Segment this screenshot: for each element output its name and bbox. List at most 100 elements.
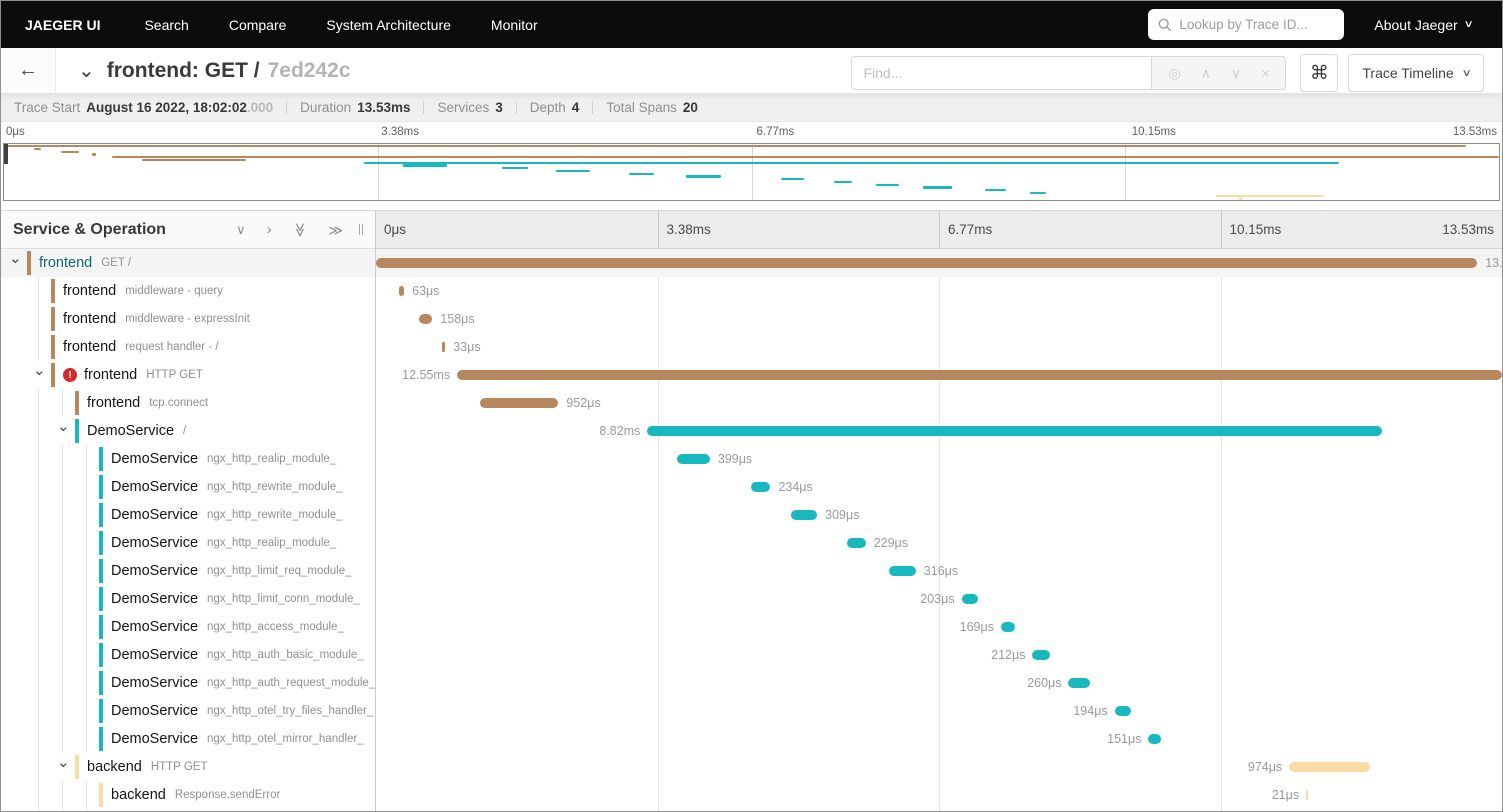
span-bar[interactable] [889, 566, 916, 576]
prev-match-icon[interactable]: ∧ [1201, 66, 1211, 80]
span-tree-row[interactable]: DemoService ngx_http_limit_conn_module_ [1, 585, 375, 613]
nav-item-compare[interactable]: Compare [229, 17, 287, 33]
find-input[interactable] [851, 56, 1152, 90]
expand-collapse-chevron-icon[interactable]: ⌄ [57, 419, 70, 434]
expand-collapse-chevron-icon[interactable]: ⌄ [33, 363, 46, 378]
minimap-span-bar[interactable] [92, 153, 96, 156]
span-timeline-row[interactable]: 151μs [376, 725, 1502, 753]
span-tree-row[interactable]: ⌄! frontend HTTP GET [1, 361, 375, 389]
span-timeline-row[interactable]: 260μs [376, 669, 1502, 697]
span-bar[interactable] [457, 370, 1502, 380]
span-timeline-row[interactable]: 309μs [376, 501, 1502, 529]
expand-one-icon[interactable]: › [267, 222, 272, 237]
span-bar[interactable] [442, 342, 446, 352]
span-tree-row[interactable]: backend Response.sendError [1, 781, 375, 809]
span-tree-row[interactable]: ⌄ frontend GET / [1, 249, 375, 277]
minimap-span-bar[interactable] [111, 156, 1499, 159]
minimap-canvas[interactable] [3, 143, 1500, 201]
span-timeline-row[interactable]: 952μs [376, 389, 1502, 417]
back-button[interactable]: ← [1, 48, 56, 93]
next-match-icon[interactable]: ∨ [1231, 66, 1241, 80]
trace-id-lookup[interactable]: Lookup by Trace ID... [1148, 9, 1345, 40]
trace-view-dropdown[interactable]: Trace Timeline ∨ [1348, 54, 1484, 92]
minimap-range-handle[interactable] [4, 144, 8, 164]
span-timeline-row[interactable]: 212μs [376, 641, 1502, 669]
span-tree-row[interactable]: DemoService ngx_http_realip_module_ [1, 529, 375, 557]
minimap-span-bar[interactable] [875, 183, 900, 186]
span-timeline-row[interactable]: 974μs [376, 753, 1502, 781]
clear-find-icon[interactable]: × [1261, 66, 1269, 80]
span-timeline-row[interactable]: 194μs [376, 697, 1502, 725]
span-bar[interactable] [676, 454, 710, 464]
span-bar[interactable] [1114, 706, 1131, 716]
span-timeline-row[interactable]: 203μs [376, 585, 1502, 613]
span-tree-row[interactable]: DemoService ngx_http_rewrite_module_ [1, 501, 375, 529]
panel-resize-grip[interactable] [359, 224, 363, 235]
minimap-span-bar[interactable] [1238, 197, 1242, 200]
expand-collapse-chevron-icon[interactable]: ⌄ [9, 251, 22, 266]
span-bar[interactable] [1306, 790, 1309, 800]
span-tree-row[interactable]: DemoService ngx_http_access_module_ [1, 613, 375, 641]
span-tree-row[interactable]: DemoService ngx_http_auth_basic_module_ [1, 641, 375, 669]
span-bar[interactable] [1000, 622, 1015, 632]
span-tree-row[interactable]: DemoService ngx_http_auth_request_module_ [1, 669, 375, 697]
span-bar[interactable] [1148, 734, 1162, 744]
collapse-one-icon[interactable]: ∨ [236, 223, 246, 236]
span-tree-row[interactable]: ⌄ backend HTTP GET [1, 753, 375, 781]
span-tree-row[interactable]: frontend middleware - expressInit [1, 305, 375, 333]
span-bar[interactable] [398, 286, 405, 296]
nav-item-search[interactable]: Search [144, 17, 188, 33]
minimap-span-bar[interactable] [984, 189, 1007, 192]
span-tree-row[interactable]: frontend tcp.connect [1, 389, 375, 417]
minimap-span-bar[interactable] [501, 167, 528, 170]
span-bar[interactable] [1068, 678, 1091, 688]
span-bar[interactable] [791, 510, 818, 520]
span-tree-row[interactable]: DemoService ngx_http_limit_req_module_ [1, 557, 375, 585]
minimap-span-bar[interactable] [141, 158, 247, 162]
span-tree-row[interactable]: DemoService ngx_http_otel_mirror_handler_ [1, 725, 375, 753]
span-tree-row[interactable]: DemoService ngx_http_realip_module_ [1, 445, 375, 473]
span-tree-row[interactable]: ⌄ DemoService / [1, 417, 375, 445]
span-bar[interactable] [376, 258, 1478, 268]
minimap-span-bar[interactable] [33, 147, 42, 151]
minimap-span-bar[interactable] [4, 145, 1467, 148]
minimap-span-bar[interactable] [60, 150, 79, 153]
span-timeline-row[interactable]: 63μs [376, 277, 1502, 305]
span-bar[interactable] [1032, 650, 1051, 660]
minimap-span-bar[interactable] [1029, 191, 1047, 195]
span-bar[interactable] [846, 538, 866, 548]
span-tree-row[interactable]: DemoService ngx_http_otel_try_files_handl… [1, 697, 375, 725]
span-timeline-row[interactable]: 158μs [376, 305, 1502, 333]
minimap-span-bar[interactable] [781, 178, 804, 181]
span-bar[interactable] [750, 482, 771, 492]
span-timeline-row[interactable]: 169μs [376, 613, 1502, 641]
expand-collapse-chevron-icon[interactable]: ⌄ [57, 755, 70, 770]
span-bar[interactable] [647, 426, 1382, 436]
minimap-span-bar[interactable] [1216, 194, 1325, 197]
minimap-span-bar[interactable] [833, 180, 853, 184]
brand-jaeger-ui[interactable]: JAEGER UI [25, 17, 100, 33]
span-bar[interactable] [961, 594, 979, 604]
span-timeline-row[interactable]: 33μs [376, 333, 1502, 361]
minimap-span-bar[interactable] [555, 169, 590, 173]
collapse-all-icon[interactable]: ≫ [292, 222, 308, 237]
span-tree-row[interactable]: frontend request handler - / [1, 333, 375, 361]
minimap-span-bar[interactable] [923, 186, 953, 189]
span-timeline-row[interactable]: 8.82ms [376, 417, 1502, 445]
span-timeline-row[interactable]: 12.55ms [376, 361, 1502, 389]
minimap-span-bar[interactable] [364, 161, 1340, 164]
collapse-title-chevron-icon[interactable]: ⌄ [78, 61, 95, 81]
span-tree-row[interactable]: DemoService ngx_http_rewrite_module_ [1, 473, 375, 501]
span-timeline-row[interactable]: 13.53ms [376, 249, 1502, 277]
span-bar[interactable] [479, 398, 559, 408]
span-timeline-row[interactable]: 234μs [376, 473, 1502, 501]
focus-match-icon[interactable]: ◎ [1168, 66, 1180, 80]
span-bar[interactable] [1289, 762, 1371, 772]
span-timeline-row[interactable]: 21μs [376, 781, 1502, 809]
minimap-span-bar[interactable] [628, 172, 655, 175]
nav-item-monitor[interactable]: Monitor [491, 17, 538, 33]
keyboard-shortcuts-button[interactable]: ⌘ [1300, 54, 1339, 92]
about-jaeger-menu[interactable]: About Jaeger ∨ [1374, 17, 1473, 33]
nav-item-system-architecture[interactable]: System Architecture [326, 17, 451, 33]
minimap-span-bar[interactable] [403, 164, 448, 167]
